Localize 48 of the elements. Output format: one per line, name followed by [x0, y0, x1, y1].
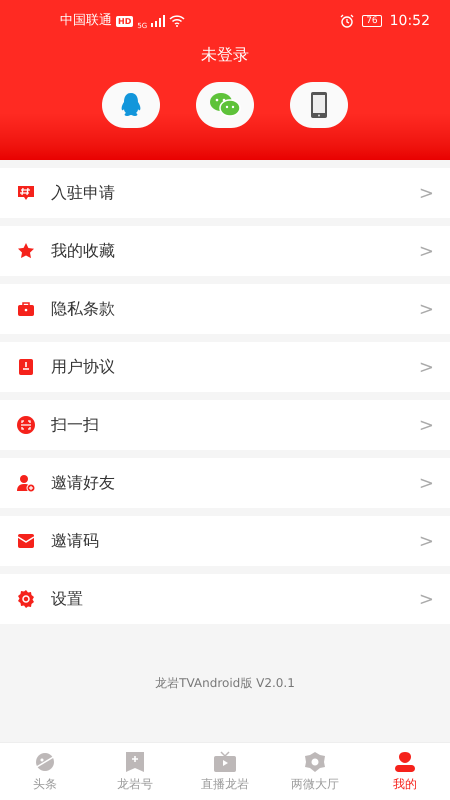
- chevron: >: [418, 240, 434, 264]
- menu-item[interactable]: 我的收藏 >: [0, 226, 450, 276]
- envelope-icon: [16, 531, 36, 551]
- scan-icon: [16, 415, 36, 435]
- menu-label: 邀请好友: [51, 472, 115, 494]
- menu-item[interactable]: 用户协议 >: [0, 342, 450, 392]
- chevron: >: [418, 356, 434, 380]
- menu-label: 扫一扫: [51, 414, 99, 436]
- menu-label: 邀请码: [51, 530, 99, 552]
- chevron: >: [418, 298, 434, 322]
- menu-label: 入驻申请: [51, 182, 115, 204]
- menu-label: 我的收藏: [51, 240, 115, 262]
- menu-label: 设置: [51, 588, 83, 610]
- gear-icon: [16, 589, 36, 609]
- chevron: >: [418, 182, 434, 206]
- login-button[interactable]: [290, 82, 348, 128]
- battery-level: 76: [362, 15, 382, 27]
- star-icon: [16, 241, 36, 261]
- menu-item[interactable]: 设置 >: [0, 574, 450, 624]
- menu-item[interactable]: 入驻申请 >: [0, 168, 450, 218]
- menu-item[interactable]: 邀请好友 >: [0, 458, 450, 508]
- login-status: 未登录: [201, 44, 249, 66]
- hexagon-icon: [303, 750, 327, 772]
- alarm-icon: [340, 14, 354, 28]
- menu-item[interactable]: 隐私条款 >: [0, 284, 450, 334]
- login-button[interactable]: [196, 82, 254, 128]
- menu-item[interactable]: 扫一扫 >: [0, 400, 450, 450]
- signal-icon: [151, 15, 166, 27]
- login-button[interactable]: [102, 82, 160, 128]
- menu-label: 用户协议: [51, 356, 115, 378]
- chevron: >: [418, 530, 434, 554]
- bookmark-icon: [123, 750, 147, 772]
- wifi-icon: [169, 15, 186, 27]
- chevron: >: [418, 588, 434, 612]
- tab[interactable]: 我的: [360, 743, 450, 800]
- planet-icon: [33, 750, 57, 772]
- version-text: 龙岩TVAndroid版 V2.0.1: [155, 675, 295, 692]
- tv-icon: [213, 750, 237, 772]
- hd-badge: HD: [116, 16, 134, 26]
- carrier-name: 中国联通: [60, 12, 112, 30]
- add-user-icon: [16, 473, 36, 493]
- chevron: >: [418, 472, 434, 496]
- user-icon: [393, 750, 417, 772]
- menu-item[interactable]: 邀请码 >: [0, 516, 450, 566]
- phone-icon: [310, 91, 328, 119]
- clock-time: 10:52: [390, 12, 430, 30]
- chevron: >: [418, 414, 434, 438]
- menu-label: 隐私条款: [51, 298, 115, 320]
